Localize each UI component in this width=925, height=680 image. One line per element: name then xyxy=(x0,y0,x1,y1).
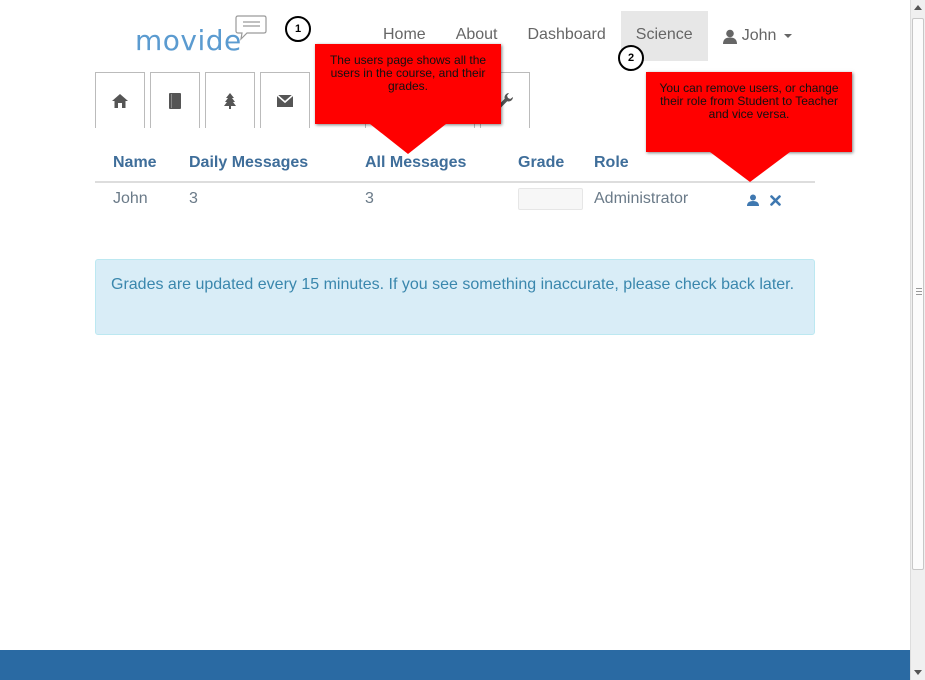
cell-name: John xyxy=(113,190,148,207)
change-role-button[interactable] xyxy=(747,193,759,211)
cell-role: Administrator xyxy=(594,190,689,207)
col-header-daily-messages[interactable]: Daily Messages xyxy=(189,154,308,172)
tab-home[interactable] xyxy=(95,72,145,128)
callout-users-page-text: The users page shows all the users in th… xyxy=(329,53,487,93)
book-icon xyxy=(169,92,181,109)
alert-text: Grades are updated every 15 minutes. If … xyxy=(111,276,795,293)
tab-growth[interactable] xyxy=(205,72,255,128)
step-marker-2: 2 xyxy=(618,45,644,71)
col-header-name[interactable]: Name xyxy=(113,154,157,172)
brand-name: movide xyxy=(135,24,242,57)
caret-down-icon xyxy=(784,34,793,38)
col-header-all-messages[interactable]: All Messages xyxy=(365,154,466,172)
remove-user-icon xyxy=(770,195,781,206)
home-icon xyxy=(112,93,128,108)
step-marker-1: 1 xyxy=(285,16,311,42)
grip-line xyxy=(916,294,922,295)
remove-user-button[interactable] xyxy=(770,193,781,211)
grades-info-alert: Grades are updated every 15 minutes. If … xyxy=(95,259,815,335)
cell-all-messages: 3 xyxy=(365,190,374,207)
footer-bar xyxy=(0,650,910,680)
tab-messages[interactable] xyxy=(260,72,310,128)
envelope-icon xyxy=(276,93,294,107)
user-icon xyxy=(722,29,737,44)
tree-icon xyxy=(224,92,236,109)
callout-remove-users: You can remove users, or change their ro… xyxy=(646,72,852,152)
scroll-down-arrow-icon[interactable] xyxy=(914,670,922,675)
cell-daily-messages: 3 xyxy=(189,190,198,207)
callout-remove-users-text: You can remove users, or change their ro… xyxy=(659,81,839,121)
scroll-up-arrow-icon[interactable] xyxy=(914,5,922,10)
grip-line xyxy=(916,288,922,289)
grip-line xyxy=(916,291,922,292)
grade-input[interactable] xyxy=(518,188,583,210)
callout-tail-1 xyxy=(370,124,446,154)
col-header-role[interactable]: Role xyxy=(594,154,629,172)
speech-bubble-icon xyxy=(235,15,267,41)
tab-resources[interactable] xyxy=(150,72,200,128)
change-role-icon xyxy=(747,194,759,206)
user-menu-label: John xyxy=(741,27,777,44)
user-menu[interactable]: John xyxy=(708,11,808,61)
nav-dashboard[interactable]: Dashboard xyxy=(513,11,621,61)
col-header-grade[interactable]: Grade xyxy=(518,154,564,172)
table-header-divider xyxy=(95,181,815,183)
scroll-thumb[interactable] xyxy=(912,18,924,570)
callout-users-page: The users page shows all the users in th… xyxy=(315,44,501,124)
callout-tail-2 xyxy=(710,152,790,182)
vertical-scrollbar[interactable] xyxy=(910,0,925,680)
